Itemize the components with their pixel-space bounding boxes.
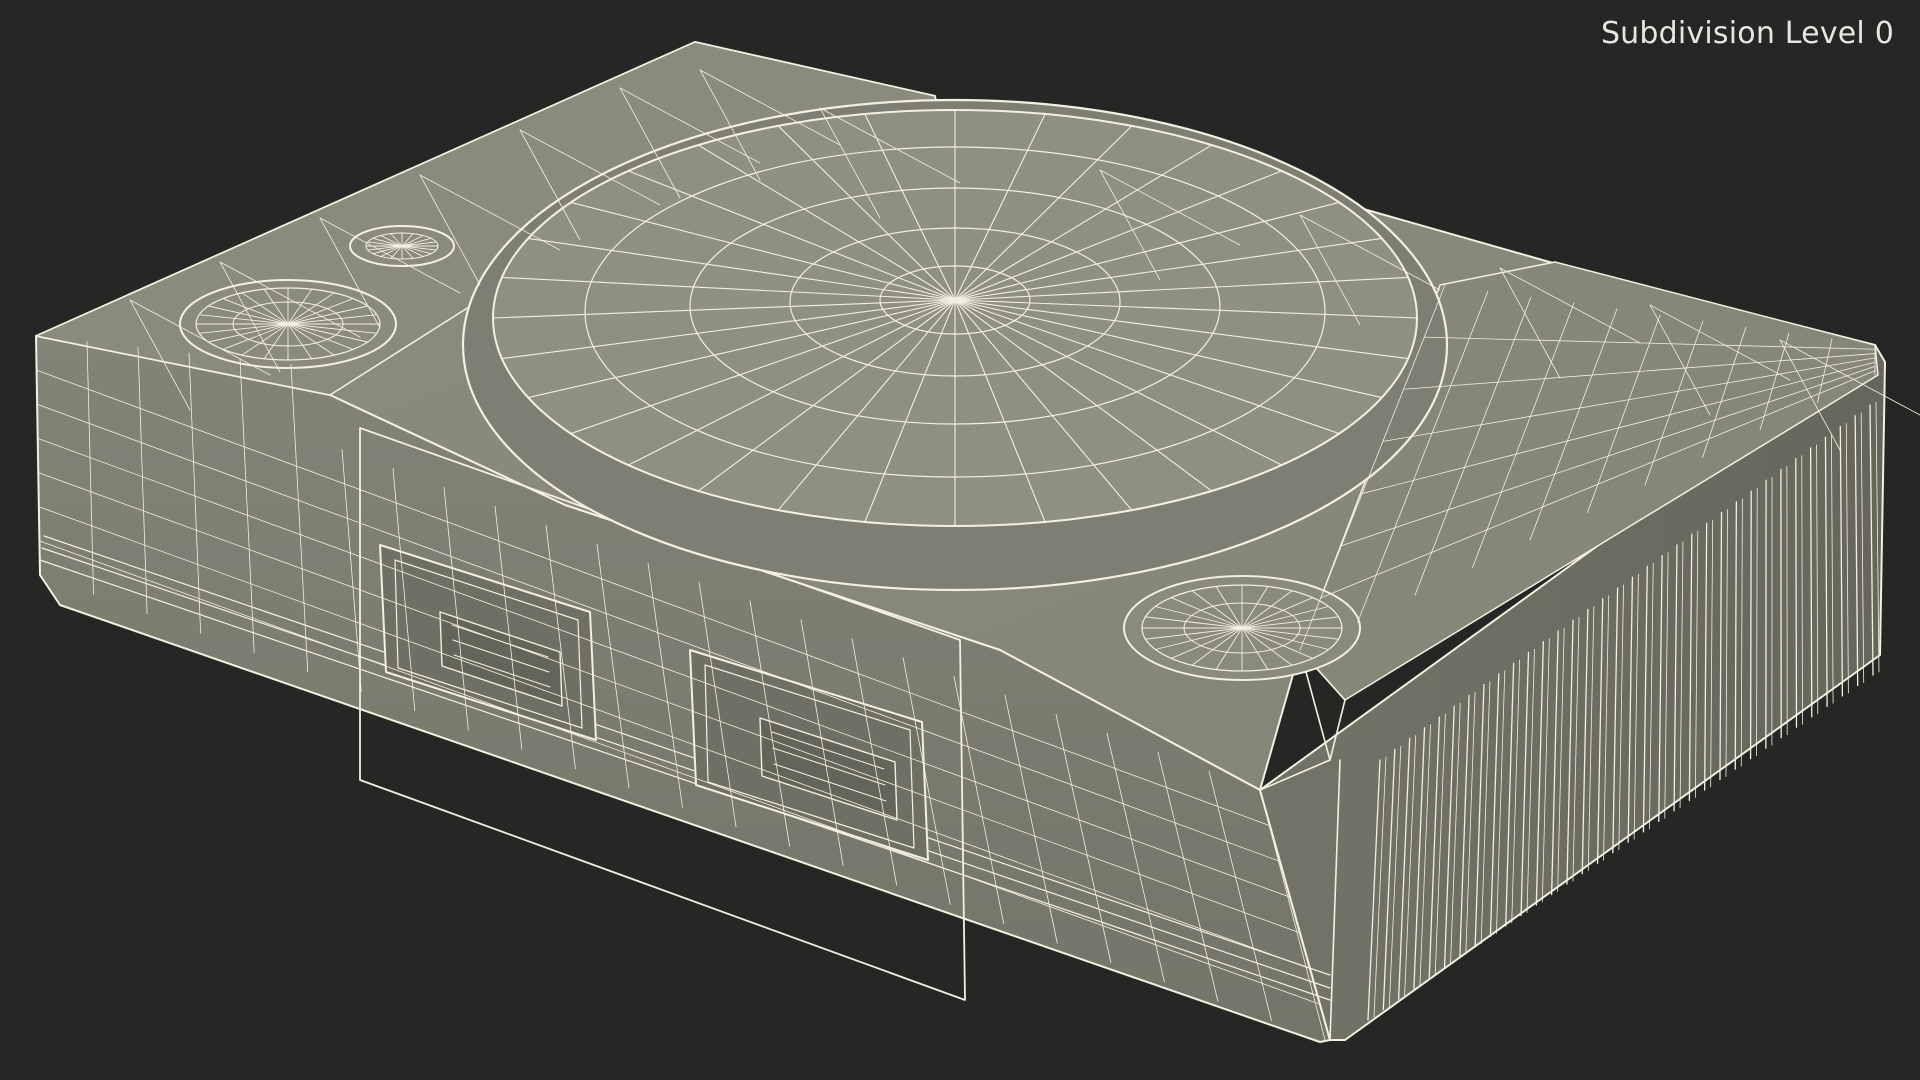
reset-button <box>349 225 455 267</box>
disc-lid <box>461 98 1449 592</box>
power-button <box>179 279 397 369</box>
wireframe-render-viewport <box>35 41 1920 1043</box>
console-model <box>35 41 1920 1043</box>
subdivision-level-label: Subdivision Level 0 <box>1600 16 1894 51</box>
wire-edge <box>1795 458 1798 728</box>
open-button <box>1123 575 1361 681</box>
wire-edge <box>1749 490 1752 760</box>
